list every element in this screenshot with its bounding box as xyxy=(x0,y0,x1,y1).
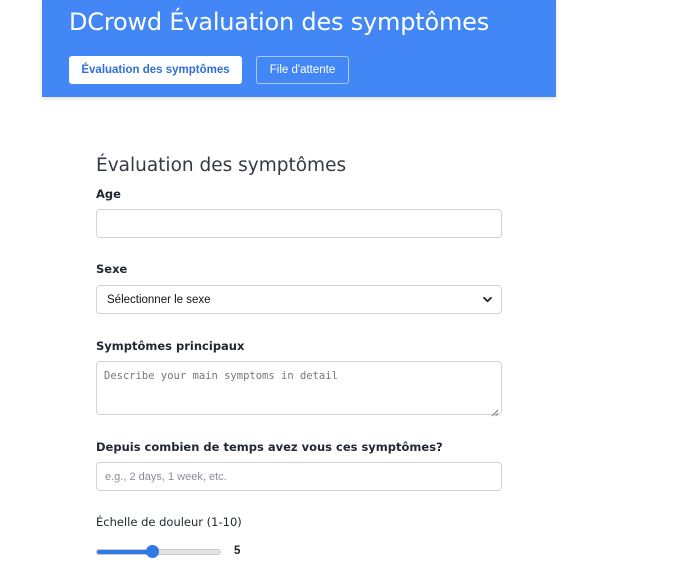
age-field-box xyxy=(96,209,502,238)
sex-select[interactable]: Sélectionner le sexe xyxy=(96,285,502,314)
symptoms-textarea[interactable] xyxy=(97,362,501,414)
pain-scale-slider[interactable] xyxy=(96,544,221,560)
age-label: Age xyxy=(96,187,121,201)
pain-scale-value: 5 xyxy=(234,545,241,557)
symptoms-label: Symptômes principaux xyxy=(96,339,245,353)
form-title: Évaluation des symptômes xyxy=(96,155,347,176)
app-title: DCrowd Évaluation des symptômes xyxy=(69,8,490,36)
resize-grip-icon[interactable] xyxy=(491,404,499,417)
slider-thumb[interactable] xyxy=(145,545,159,558)
sex-select-value: Sélectionner le sexe xyxy=(107,293,211,306)
pain-scale-label: Échelle de douleur (1-10) xyxy=(96,515,242,529)
chevron-down-icon xyxy=(482,294,493,305)
page: DCrowd Évaluation des symptômes Évaluati… xyxy=(0,0,674,573)
nav-symptom-assessment-button[interactable]: Évaluation des symptômes xyxy=(69,56,242,84)
slider-fill xyxy=(97,550,154,554)
duration-label: Depuis combien de temps avez vous ces sy… xyxy=(96,440,443,454)
symptoms-field-box xyxy=(96,361,502,417)
duration-field-box xyxy=(96,462,502,491)
app-header: DCrowd Évaluation des symptômes Évaluati… xyxy=(42,0,556,97)
duration-input[interactable] xyxy=(97,463,501,490)
sex-label: Sexe xyxy=(96,262,128,276)
nav-queue-button[interactable]: File d'attente xyxy=(256,56,349,84)
age-input[interactable] xyxy=(97,210,501,237)
